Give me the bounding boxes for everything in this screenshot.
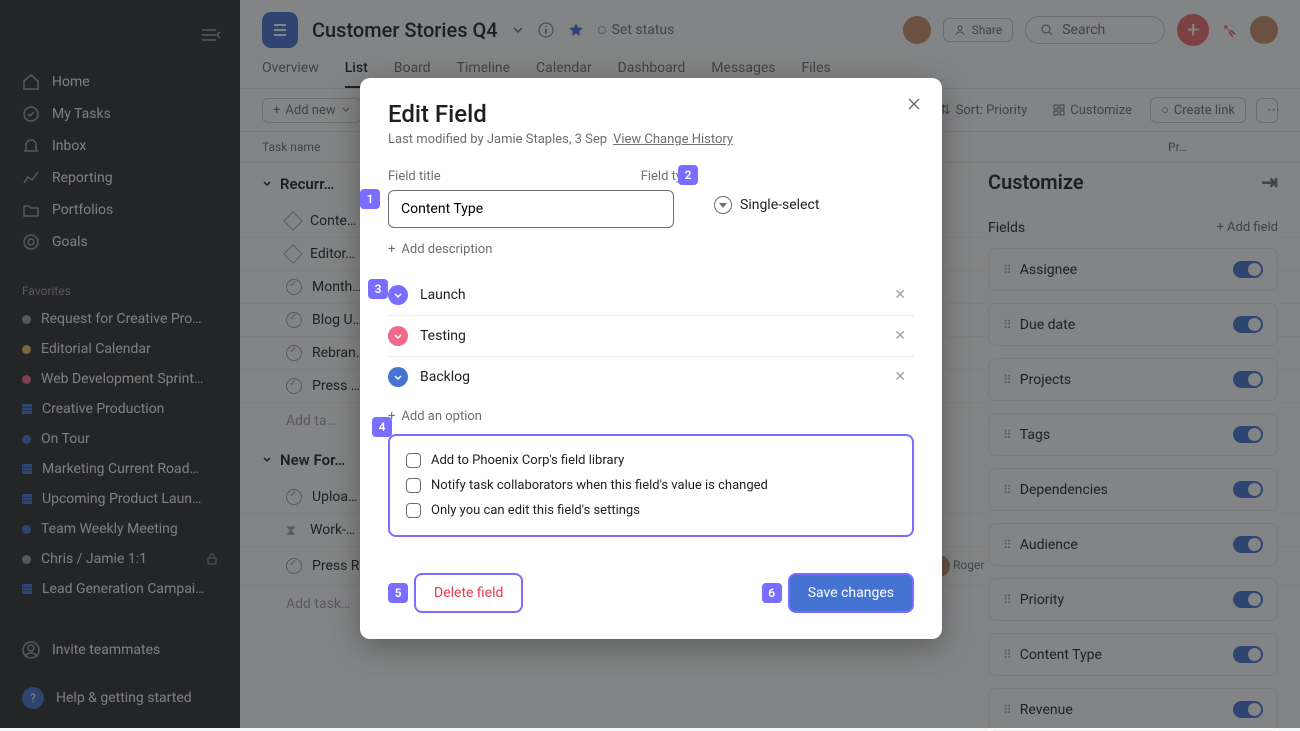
checkbox-label: Only you can edit this field's settings bbox=[431, 503, 640, 518]
option-color-icon[interactable] bbox=[388, 367, 408, 387]
meta-text: Last modified by Jamie Staples, 3 Sep bbox=[388, 132, 607, 147]
field-title-input[interactable] bbox=[388, 190, 674, 228]
remove-option-icon[interactable]: ✕ bbox=[894, 287, 914, 303]
annotation-badge-5: 5 bbox=[388, 583, 408, 603]
modal-title: Edit Field bbox=[388, 100, 914, 128]
remove-option-icon[interactable]: ✕ bbox=[894, 328, 914, 344]
checkbox-label: Notify task collaborators when this fiel… bbox=[431, 478, 768, 493]
edit-field-modal: Edit Field Last modified by Jamie Staple… bbox=[360, 78, 942, 639]
setting-checkbox-row[interactable]: Notify task collaborators when this fiel… bbox=[406, 473, 896, 498]
field-type-value: Single-select bbox=[740, 197, 819, 213]
add-option-label: Add an option bbox=[401, 409, 482, 424]
add-description-label: Add description bbox=[401, 242, 492, 257]
option-color-icon[interactable] bbox=[388, 285, 408, 305]
field-option-row[interactable]: Launch ✕ bbox=[388, 275, 914, 316]
checkbox-icon[interactable] bbox=[406, 503, 421, 518]
field-option-row[interactable]: Testing ✕ bbox=[388, 316, 914, 357]
remove-option-icon[interactable]: ✕ bbox=[894, 369, 914, 385]
save-changes-button[interactable]: Save changes bbox=[788, 573, 914, 613]
close-icon[interactable] bbox=[906, 96, 922, 112]
checkbox-icon[interactable] bbox=[406, 478, 421, 493]
field-option-row[interactable]: Backlog ✕ bbox=[388, 357, 914, 397]
option-label: Backlog bbox=[420, 369, 470, 385]
field-type-select[interactable]: Single-select bbox=[714, 196, 819, 214]
annotation-badge-3: 3 bbox=[368, 279, 388, 299]
field-settings-group: Add to Phoenix Corp's field library Notif… bbox=[388, 434, 914, 537]
checkbox-label: Add to Phoenix Corp's field library bbox=[431, 453, 624, 468]
field-title-label: Field title bbox=[388, 169, 441, 184]
option-color-icon[interactable] bbox=[388, 326, 408, 346]
checkbox-icon[interactable] bbox=[406, 453, 421, 468]
view-history-link[interactable]: View Change History bbox=[613, 132, 733, 147]
annotation-badge-1: 1 bbox=[360, 189, 380, 209]
modal-meta: Last modified by Jamie Staples, 3 Sep Vie… bbox=[388, 132, 914, 147]
add-description-button[interactable]: + Add description bbox=[388, 242, 914, 257]
option-label: Launch bbox=[420, 287, 466, 303]
add-option-button[interactable]: + Add an option bbox=[388, 409, 914, 424]
annotation-badge-4: 4 bbox=[372, 417, 392, 437]
setting-checkbox-row[interactable]: Only you can edit this field's settings bbox=[406, 498, 896, 523]
annotation-badge-2: 2 bbox=[678, 165, 698, 185]
option-label: Testing bbox=[420, 328, 466, 344]
annotation-badge-6: 6 bbox=[762, 583, 782, 603]
dropdown-icon bbox=[714, 196, 732, 214]
delete-field-button[interactable]: Delete field bbox=[414, 573, 523, 613]
setting-checkbox-row[interactable]: Add to Phoenix Corp's field library bbox=[406, 448, 896, 473]
